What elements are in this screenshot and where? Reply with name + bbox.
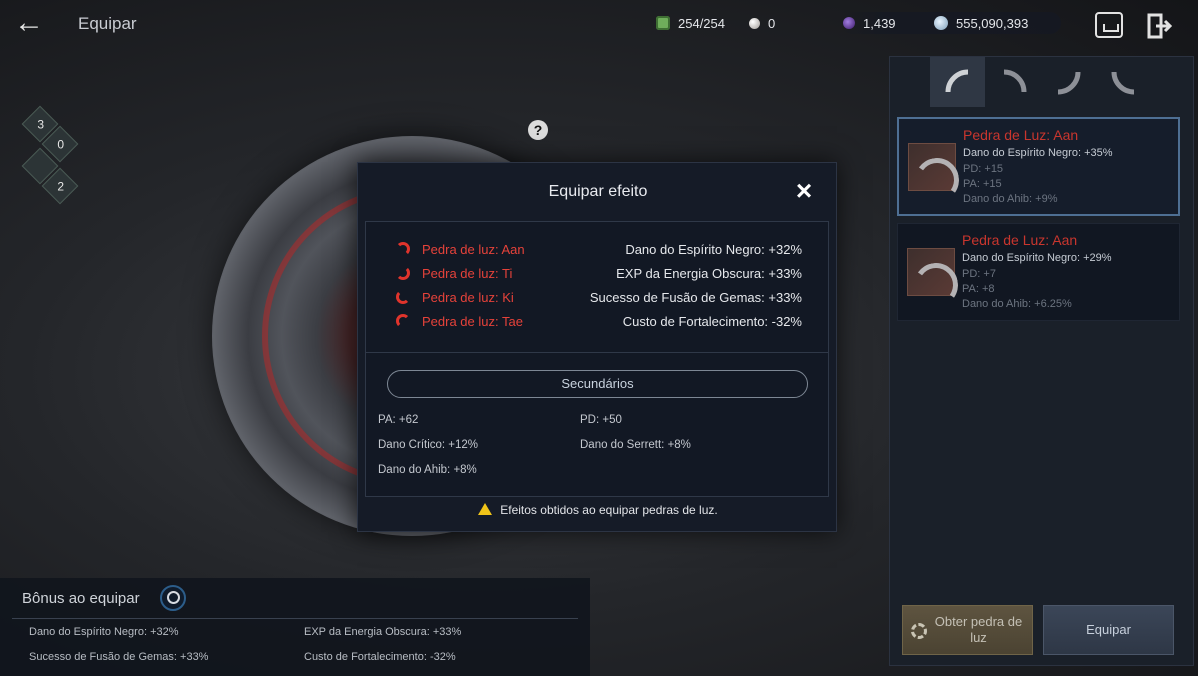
equip-bonus-panel: Bônus ao equipar Dano do Espírito Negro:… bbox=[0, 578, 590, 676]
stone-slot-2-icon bbox=[1003, 69, 1026, 93]
bonus-item: EXP da Energia Obscura: +33% bbox=[304, 626, 462, 638]
effect-value: EXP da Energia Obscura: +33% bbox=[616, 265, 802, 281]
light-stone-icon bbox=[396, 290, 410, 304]
help-icon[interactable]: ? bbox=[528, 120, 548, 140]
secondary-stat: PA: +62 bbox=[378, 414, 419, 426]
effect-row: Pedra de luz: Ti EXP da Energia Obscura:… bbox=[396, 262, 802, 284]
effect-list-box: Pedra de luz: Aan Dano do Espírito Negro… bbox=[365, 221, 829, 497]
bonus-item: Dano do Espírito Negro: +32% bbox=[29, 626, 179, 638]
stone-stat: PD: +15 bbox=[963, 163, 1004, 175]
obtain-light-stone-button[interactable]: Obter pedra de luz bbox=[902, 605, 1033, 655]
stone-card[interactable]: Pedra de Luz: Aan Dano do Espírito Negro… bbox=[897, 117, 1180, 216]
equip-button[interactable]: Equipar bbox=[1043, 605, 1174, 655]
dialog-note: Efeitos obtidos ao equipar pedras de luz… bbox=[358, 503, 838, 517]
energy-icon bbox=[656, 16, 670, 30]
light-stone-thumbnail bbox=[907, 248, 955, 296]
effect-value: Dano do Espírito Negro: +32% bbox=[625, 241, 802, 257]
secondary-stat: Dano do Serrett: +8% bbox=[580, 439, 691, 451]
resource-silver-value: 555,090,393 bbox=[956, 15, 1029, 31]
stone-slot-1-icon bbox=[945, 69, 968, 93]
effect-stone-name: Pedra de luz: Aan bbox=[422, 241, 525, 257]
stone-name: Pedra de Luz: Aan bbox=[963, 127, 1079, 143]
light-stone-icon bbox=[396, 314, 410, 328]
resource-pearl-value: 0 bbox=[768, 15, 776, 31]
stone-stat: Dano do Ahib: +9% bbox=[963, 193, 1058, 205]
tab-slot-3[interactable] bbox=[1040, 57, 1095, 107]
equip-effect-dialog: Equipar efeito × Pedra de luz: Aan Dano … bbox=[357, 162, 837, 532]
resource-energy: 254/254 bbox=[656, 12, 725, 34]
page-title: Equipar bbox=[78, 14, 137, 33]
stone-stat: Dano do Espírito Negro: +35% bbox=[963, 147, 1113, 159]
dialog-title: Equipar efeito bbox=[548, 183, 648, 200]
divider bbox=[12, 618, 578, 619]
tab-slot-1[interactable] bbox=[930, 57, 985, 107]
effect-row: Pedra de luz: Tae Custo de Fortaleciment… bbox=[396, 310, 802, 332]
stone-stat: Dano do Espírito Negro: +29% bbox=[962, 252, 1112, 264]
silver-icon bbox=[934, 16, 948, 30]
stone-stat: PD: +7 bbox=[962, 268, 996, 280]
stone-slot-4-icon bbox=[1111, 71, 1134, 95]
search-icon[interactable] bbox=[160, 585, 186, 611]
stone-slot-3-icon bbox=[1057, 71, 1080, 95]
light-stone-thumbnail bbox=[908, 143, 956, 191]
slot-icon-2-count: 0 bbox=[57, 137, 65, 152]
obtain-button-label: Obter pedra de luz bbox=[934, 614, 1023, 645]
bonus-item: Custo de Fortalecimento: -32% bbox=[304, 651, 456, 663]
light-stone-icon bbox=[396, 242, 410, 256]
secondary-stat: PD: +50 bbox=[580, 414, 622, 426]
close-icon[interactable]: × bbox=[792, 177, 816, 205]
secondary-header: Secundários bbox=[387, 370, 808, 398]
resource-silver: 555,090,393 bbox=[934, 12, 1028, 34]
dark-orb-icon bbox=[843, 17, 855, 29]
divider bbox=[366, 352, 828, 353]
pearl-icon bbox=[749, 17, 760, 29]
effect-row: Pedra de luz: Aan Dano do Espírito Negro… bbox=[396, 238, 802, 260]
effect-stone-name: Pedra de luz: Tae bbox=[422, 313, 523, 329]
bonus-title: Bônus ao equipar bbox=[22, 590, 140, 607]
resource-dark-orb-value: 1,439 bbox=[863, 15, 896, 31]
effect-row: Pedra de luz: Ki Sucesso de Fusão de Gem… bbox=[396, 286, 802, 308]
slot-icon-1-count: 3 bbox=[37, 117, 45, 132]
bonus-item: Sucesso de Fusão de Gemas: +33% bbox=[29, 651, 209, 663]
stone-stat: PA: +8 bbox=[962, 283, 995, 295]
stone-stat: PA: +15 bbox=[963, 178, 1002, 190]
stone-inventory-panel: Pedra de Luz: Aan Dano do Espírito Negro… bbox=[889, 56, 1194, 666]
tab-slot-4[interactable] bbox=[1096, 57, 1151, 107]
resource-pearl: 0 bbox=[749, 12, 775, 34]
secondary-stat: Dano do Ahib: +8% bbox=[378, 464, 477, 476]
dialog-note-text: Efeitos obtidos ao equipar pedras de luz… bbox=[500, 503, 718, 517]
secondary-stat: Dano Crítico: +12% bbox=[378, 439, 479, 451]
slot-icon-4-count: 2 bbox=[57, 179, 65, 194]
light-stone-icon bbox=[396, 266, 410, 280]
stone-stat: Dano do Ahib: +6.25% bbox=[962, 298, 1072, 310]
resource-energy-value: 254/254 bbox=[678, 15, 725, 31]
warning-icon bbox=[478, 503, 493, 515]
obtain-icon bbox=[911, 623, 927, 639]
effect-value: Sucesso de Fusão de Gemas: +33% bbox=[589, 289, 802, 305]
top-bar: ← Equipar 254/254 0 1,439 555,090,393 bbox=[0, 0, 1198, 50]
back-arrow-icon[interactable]: ← bbox=[14, 8, 54, 40]
effect-stone-name: Pedra de luz: Ki bbox=[422, 289, 514, 305]
effect-value: Custo de Fortalecimento: -32% bbox=[622, 313, 802, 329]
tab-slot-2[interactable] bbox=[986, 57, 1041, 107]
stone-card[interactable]: Pedra de Luz: Aan Dano do Espírito Negro… bbox=[897, 223, 1180, 321]
exit-icon[interactable] bbox=[1146, 12, 1173, 40]
inventory-box-icon[interactable] bbox=[1095, 12, 1123, 38]
stone-name: Pedra de Luz: Aan bbox=[962, 232, 1078, 248]
effect-stone-name: Pedra de luz: Ti bbox=[422, 265, 513, 281]
